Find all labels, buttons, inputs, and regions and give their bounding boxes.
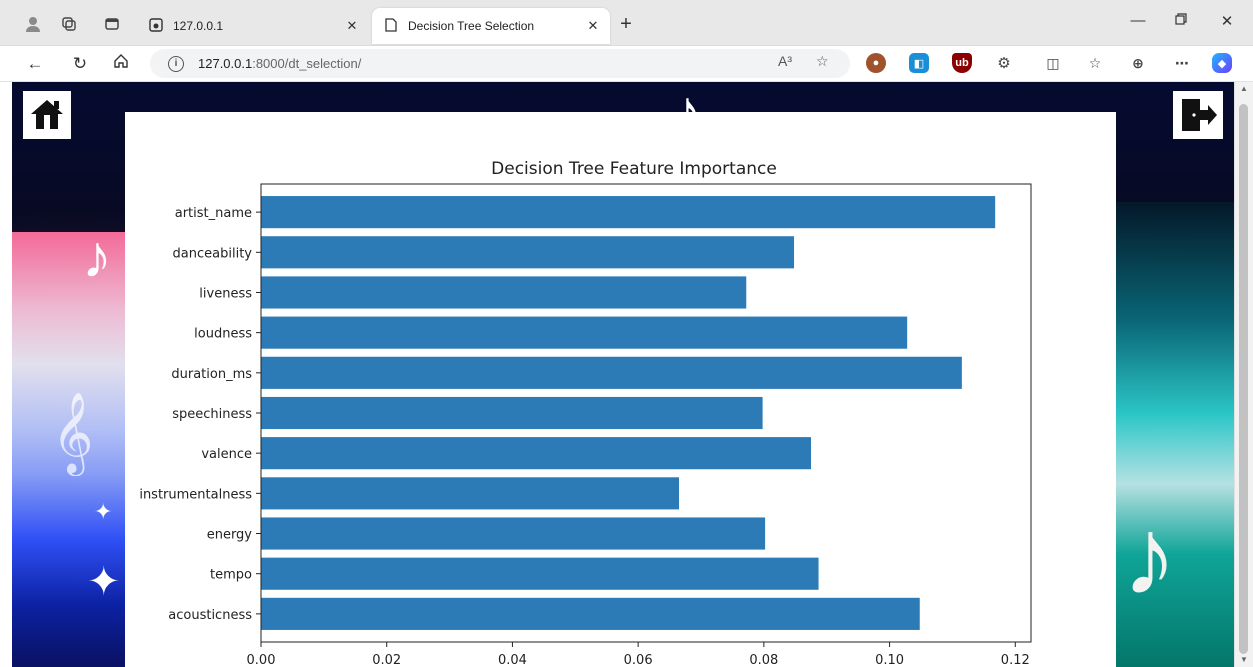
scrollbar-thumb[interactable] [1239,104,1248,654]
scroll-up-icon[interactable]: ▲ [1235,82,1253,96]
url-host: 127.0.0.1 [198,56,253,71]
address-bar[interactable]: i 127.0.0.1:8000/dt_selection/ A³ ☆ [150,49,850,78]
bar-loudness [261,316,908,349]
bar-danceability [261,236,795,269]
workspaces-icon[interactable] [58,13,80,35]
x-tick-label: 0.04 [498,653,527,667]
x-tick-label: 0.02 [372,653,401,667]
home-icon [31,100,63,129]
home-button[interactable] [23,91,71,139]
sparkle-icon: ✦ [94,499,113,524]
y-tick-label: liveness [199,286,252,301]
feature-importance-chart: Decision Tree Feature Importance artist_… [139,159,1032,667]
home-nav-icon[interactable] [108,52,134,76]
minimize-icon[interactable]: — [1123,12,1153,36]
x-tick-label: 0.12 [1001,653,1030,667]
cookie-extension-icon[interactable]: ● [866,53,886,73]
url-path: :8000/dt_selection/ [252,56,362,71]
extensions-puzzle-icon[interactable]: ⚙ [994,53,1014,73]
page-scrollbar[interactable]: ▲ ▼ [1234,82,1253,667]
split-screen-icon[interactable]: ◫ [1043,53,1063,73]
collections-icon[interactable]: ⊕ [1128,53,1148,73]
copilot-icon[interactable]: ◆ [1212,53,1232,73]
close-icon[interactable]: ✕ [584,18,602,34]
y-tick-label: valence [201,447,252,462]
page-icon [147,17,165,35]
bar-valence [261,437,811,470]
more-menu-icon[interactable]: ⋯ [1172,53,1192,73]
close-icon[interactable]: ✕ [343,18,361,34]
refresh-icon[interactable]: ↻ [67,52,93,76]
tab-bar: 127.0.0.1 ✕ Decision Tree Selection ✕ + … [0,0,1253,46]
x-tick-label: 0.06 [624,653,653,667]
music-note-icon: ♪ [82,223,112,290]
sparkle-icon: ✦ [87,560,121,604]
tab-title: Decision Tree Selection [408,19,535,33]
site-info-icon[interactable]: i [168,55,184,72]
x-tick-label: 0.00 [247,653,276,667]
y-tick-label: instrumentalness [139,487,252,502]
bar-instrumentalness [261,477,679,510]
y-tick-label: duration_ms [171,367,252,382]
favorite-star-icon[interactable]: ☆ [816,53,829,70]
extension-icon[interactable]: ◧ [909,53,929,73]
scroll-down-icon[interactable]: ▼ [1235,653,1253,667]
y-tick-label: loudness [194,327,252,342]
music-note-icon: ♪ [1122,495,1177,618]
ublock-shield-icon[interactable]: ub [952,53,972,73]
x-tick-label: 0.10 [875,653,904,667]
tab-localhost[interactable]: 127.0.0.1 ✕ [137,8,369,44]
profile-icon[interactable] [22,13,44,35]
restore-icon[interactable] [1166,12,1196,36]
chart-title: Decision Tree Feature Importance [491,159,777,179]
y-tick-label: danceability [173,246,253,261]
address-toolbar: ← ↻ i 127.0.0.1:8000/dt_selection/ A³ ☆ … [0,46,1253,82]
read-aloud-icon[interactable]: A³ [778,53,792,69]
logout-button[interactable] [1173,91,1223,139]
y-tick-label: speechiness [172,407,252,422]
logout-icon [1182,99,1217,131]
treble-clef-icon: 𝄞 [52,393,94,471]
tab-title: 127.0.0.1 [173,19,224,33]
chart-panel: Decision Tree Feature Importance artist_… [125,112,1116,667]
window-close-icon[interactable]: ✕ [1212,12,1242,36]
favorites-icon[interactable]: ☆ [1085,53,1105,73]
bar-duration_ms [261,356,962,389]
bar-speechiness [261,396,763,430]
bar-liveness [261,276,747,309]
x-tick-label: 0.08 [749,653,778,667]
y-tick-label: acousticness [168,608,252,623]
browser-window: 127.0.0.1 ✕ Decision Tree Selection ✕ + … [0,0,1253,667]
y-tick-label: energy [207,528,253,543]
back-arrow-icon[interactable]: ← [22,52,48,76]
document-icon [382,17,400,35]
y-tick-label: artist_name [175,206,252,221]
bar-tempo [261,557,819,590]
tab-decision-tree-selection[interactable]: Decision Tree Selection ✕ [372,8,610,44]
y-tick-label: tempo [210,568,252,583]
bar-artist_name [261,196,996,229]
bar-acousticness [261,597,920,630]
bar-energy [261,517,766,550]
page-background: ♪ 𝄞 ✦ ✦ ♪ ♪ Decision Tree Feature Import… [12,82,1234,667]
new-tab-icon[interactable]: + [615,14,637,36]
tab-actions-icon[interactable] [101,13,123,35]
